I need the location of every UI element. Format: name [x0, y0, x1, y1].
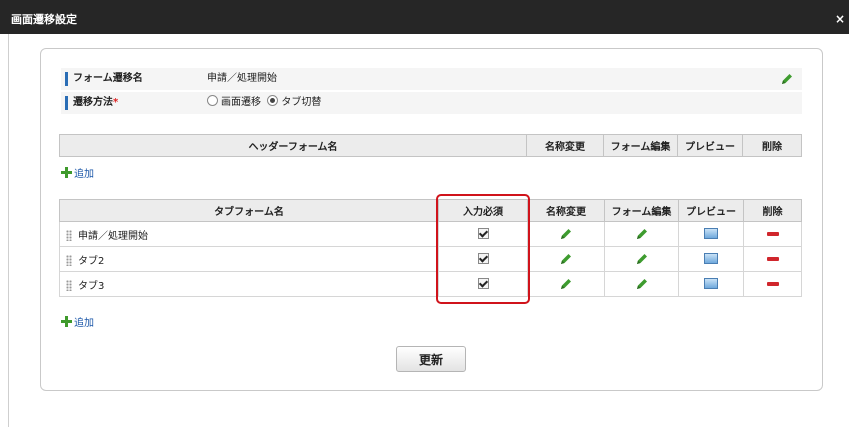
radio-tab-switch[interactable] [267, 95, 279, 106]
header-add-link[interactable]: 追加 [61, 165, 94, 180]
table-row: タブ2 [59, 246, 802, 272]
preview-cell [678, 271, 744, 297]
form-edit-pencil-icon[interactable] [635, 277, 649, 291]
pencil-icon[interactable] [780, 72, 794, 86]
required-checkbox[interactable] [477, 278, 489, 290]
left-divider [8, 34, 9, 427]
form-transition-name-label: フォーム遷移名 [65, 72, 143, 86]
plus-icon [61, 316, 72, 327]
drag-handle-icon[interactable] [66, 254, 72, 266]
transition-method-row: 遷移方法* 画面遷移 タブ切替 [61, 92, 802, 114]
preview-cell [678, 221, 744, 247]
table-row: タブ3 [59, 271, 802, 297]
header-table-header-row: ヘッダーフォーム名 名称変更 フォーム編集 プレビュー 削除 [59, 134, 802, 157]
col-header-form-name: ヘッダーフォーム名 [59, 134, 527, 157]
form-transition-name-row: フォーム遷移名 申請／処理開始 [61, 68, 802, 90]
form-edit-cell [604, 246, 679, 272]
col-preview: プレビュー [678, 199, 744, 222]
transition-method-label: 遷移方法* [65, 96, 118, 110]
dialog-titlebar: 画面遷移設定 × [0, 0, 849, 34]
drag-handle-icon[interactable] [66, 229, 72, 241]
close-icon[interactable]: × [835, 12, 845, 26]
header-add-label: 追加 [74, 169, 94, 180]
form-edit-pencil-icon[interactable] [635, 252, 649, 266]
tab-form-table: タブフォーム名 入力必須 名称変更 フォーム編集 プレビュー 削除 申請／処理開… [59, 199, 802, 297]
form-transition-name-value: 申請／処理開始 [207, 73, 277, 84]
transition-method-options: 画面遷移 タブ切替 [207, 92, 321, 114]
col-form-edit: フォーム編集 [604, 199, 679, 222]
required-cell [438, 271, 528, 297]
tab-add-link[interactable]: 追加 [61, 314, 94, 329]
form-edit-cell [604, 271, 679, 297]
tab-name-cell: 申請／処理開始 [59, 221, 439, 247]
tab-table-header-row: タブフォーム名 入力必須 名称変更 フォーム編集 プレビュー 削除 [59, 199, 802, 222]
required-cell [438, 221, 528, 247]
delete-cell [743, 271, 802, 297]
tab-name: タブ2 [78, 255, 105, 267]
delete-cell [743, 221, 802, 247]
col-delete: 削除 [743, 199, 802, 222]
delete-icon[interactable] [766, 231, 779, 236]
preview-icon[interactable] [704, 228, 718, 240]
form-edit-cell [604, 221, 679, 247]
preview-icon[interactable] [704, 253, 718, 265]
tab-name: 申請／処理開始 [78, 230, 148, 242]
radio-label-tab-switch: タブ切替 [281, 97, 322, 108]
tab-name-cell: タブ2 [59, 246, 439, 272]
dialog-title: 画面遷移設定 [11, 13, 77, 26]
update-button[interactable]: 更新 [396, 346, 466, 372]
rename-pencil-icon[interactable] [559, 227, 573, 241]
required-checkbox[interactable] [477, 253, 489, 265]
tab-name-cell: タブ3 [59, 271, 439, 297]
col-input-required: 入力必須 [438, 199, 528, 222]
col-preview: プレビュー [677, 134, 743, 157]
required-checkbox[interactable] [477, 228, 489, 240]
col-delete: 削除 [742, 134, 802, 157]
radio-screen-transition[interactable] [207, 95, 218, 106]
col-tab-form-name: タブフォーム名 [59, 199, 439, 222]
header-form-table: ヘッダーフォーム名 名称変更 フォーム編集 プレビュー 削除 [59, 134, 802, 157]
required-cell [438, 246, 528, 272]
delete-icon[interactable] [766, 256, 779, 261]
rename-cell [527, 271, 605, 297]
rename-pencil-icon[interactable] [559, 277, 573, 291]
form-edit-pencil-icon[interactable] [635, 227, 649, 241]
col-form-edit: フォーム編集 [603, 134, 678, 157]
preview-icon[interactable] [704, 278, 718, 290]
tab-name: タブ3 [78, 280, 105, 292]
preview-cell [678, 246, 744, 272]
col-rename: 名称変更 [527, 199, 605, 222]
delete-cell [743, 246, 802, 272]
radio-label-screen-transition: 画面遷移 [221, 97, 261, 108]
plus-icon [61, 167, 72, 178]
table-row: 申請／処理開始 [59, 221, 802, 247]
rename-pencil-icon[interactable] [559, 252, 573, 266]
rename-cell [527, 221, 605, 247]
drag-handle-icon[interactable] [66, 279, 72, 291]
required-mark: * [113, 97, 119, 108]
tab-add-label: 追加 [74, 318, 94, 329]
delete-icon[interactable] [766, 281, 779, 286]
rename-cell [527, 246, 605, 272]
col-rename: 名称変更 [526, 134, 604, 157]
